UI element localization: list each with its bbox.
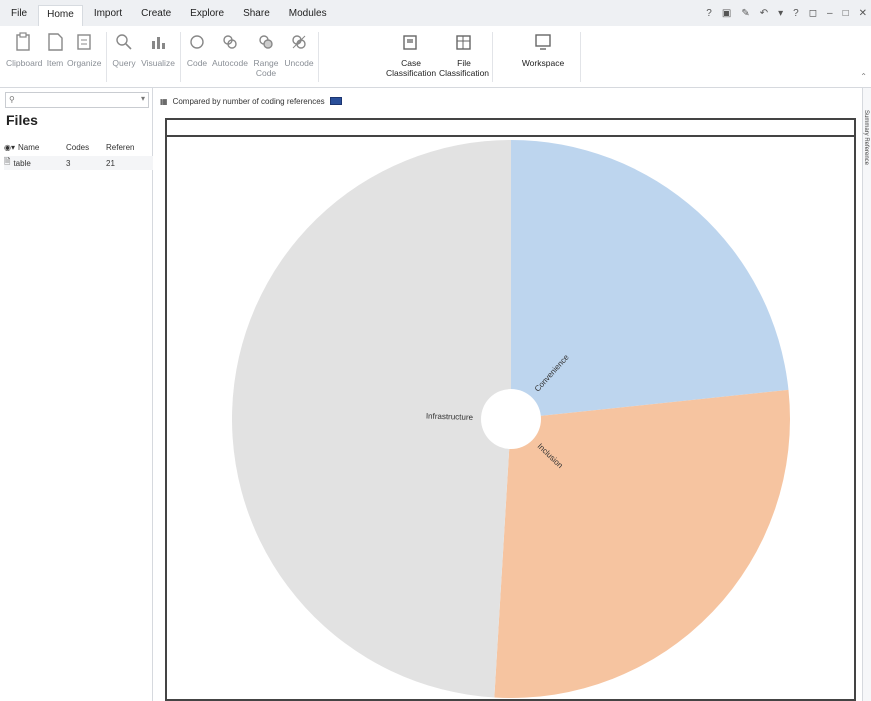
case-classification-icon — [403, 35, 417, 50]
autocode-label: Autocode — [212, 58, 248, 68]
restore-panel-icon[interactable]: ◻ — [809, 8, 817, 19]
item-button[interactable]: Item — [44, 32, 66, 68]
ribbon-separator — [106, 32, 107, 82]
ribbon: Clipboard Item Organize Query Visualize … — [0, 26, 871, 88]
cell-name: 🗎 table — [4, 156, 66, 170]
code-button[interactable]: Code — [184, 32, 210, 68]
chart-compare-label: Compared by number of coding references — [172, 96, 325, 106]
dropdown-icon[interactable]: ▾ — [778, 8, 783, 19]
search-input[interactable]: ⚲ ▾ — [5, 92, 149, 108]
chart-type-icon[interactable]: ▦ — [160, 97, 168, 106]
query-label: Query — [112, 58, 136, 68]
collapse-ribbon-icon[interactable]: ⌃ — [860, 72, 867, 81]
item-icon — [48, 33, 63, 51]
menu-import[interactable]: Import — [86, 5, 130, 22]
column-codes[interactable]: Codes — [66, 143, 106, 152]
ribbon-separator — [318, 32, 319, 82]
item-label: Item — [46, 58, 64, 68]
save-icon[interactable]: ▣ — [722, 8, 731, 19]
workspace-label: Workspace — [521, 58, 565, 68]
cell-codes: 3 — [66, 158, 71, 168]
code-label: Code — [186, 58, 208, 68]
ribbon-separator — [492, 32, 493, 82]
menu-file[interactable]: File — [3, 5, 35, 22]
autocode-button[interactable]: Autocode — [212, 32, 248, 68]
case-classification-label-2: Classification — [386, 68, 437, 78]
column-references[interactable]: Referen — [106, 143, 151, 152]
chart-toolbar: ▦ Compared by number of coding reference… — [160, 92, 342, 110]
menu-modules[interactable]: Modules — [281, 5, 335, 22]
right-side-panel — [862, 88, 871, 701]
files-panel: ⚲ ▾ Files ◉▾ Name Codes Referen 🗎 table … — [0, 88, 153, 701]
close-icon[interactable]: ✕ — [859, 8, 867, 19]
edit-icon[interactable]: ✎ — [741, 8, 749, 19]
case-classification-label-1: Case — [401, 58, 421, 68]
query-icon — [116, 34, 132, 50]
case-classification-button[interactable]: Case Classification — [386, 32, 436, 78]
visualize-button[interactable]: Visualize — [140, 32, 176, 68]
uncode-label: Uncode — [284, 58, 314, 68]
search-icon: ⚲ — [9, 95, 15, 104]
pie-center-hole — [481, 389, 541, 449]
visualize-icon — [152, 37, 165, 49]
select-all-icon[interactable]: ◉▾ — [4, 143, 15, 152]
query-button[interactable]: Query — [110, 32, 138, 68]
organize-button[interactable]: Organize — [67, 32, 102, 68]
range-code-label-1: Range — [253, 58, 279, 68]
menu-share[interactable]: Share — [235, 5, 278, 22]
clipboard-button[interactable]: Clipboard — [6, 32, 43, 68]
clipboard-label: Clipboard — [6, 58, 43, 68]
title-bar-tools: ? ▣ ✎ ↶ ▾ ? ◻ – □ ✕ — [706, 0, 867, 26]
column-name-label: Name — [18, 142, 40, 152]
undo-icon[interactable]: ↶ — [760, 8, 768, 19]
menu-home[interactable]: Home — [38, 5, 83, 26]
ribbon-separator — [180, 32, 181, 82]
range-code-label-2: Code — [255, 68, 277, 78]
file-icon: 🗎 — [4, 157, 11, 166]
range-code-button[interactable]: Range Code — [251, 32, 281, 78]
files-table-header: ◉▾ Name Codes Referen — [4, 140, 153, 154]
table-row[interactable]: 🗎 table 3 21 — [4, 156, 153, 170]
workspace-button[interactable]: Workspace — [518, 32, 568, 68]
file-name: table — [13, 158, 31, 168]
code-icon — [190, 35, 204, 49]
file-classification-icon — [456, 35, 471, 50]
pie-label-infrastructure: Infrastructure — [426, 412, 474, 422]
visualize-label: Visualize — [141, 58, 175, 68]
chevron-down-icon[interactable]: ▾ — [141, 94, 145, 103]
menu-explore[interactable]: Explore — [182, 5, 232, 22]
question-icon[interactable]: ? — [793, 8, 799, 19]
autocode-icon — [223, 35, 237, 49]
uncode-button[interactable]: Uncode — [283, 32, 315, 68]
maximize-icon[interactable]: □ — [843, 8, 849, 19]
ribbon-separator — [580, 32, 581, 82]
file-classification-label-1: File — [457, 58, 471, 68]
organize-icon — [77, 34, 91, 50]
pie-slice-inclusion[interactable] — [494, 389, 790, 698]
workspace-icon — [535, 34, 551, 50]
menu-create[interactable]: Create — [133, 5, 179, 22]
chart-options-icon[interactable] — [329, 97, 342, 105]
range-code-icon — [259, 35, 273, 49]
file-classification-label-2: Classification — [438, 68, 490, 78]
column-name[interactable]: ◉▾ Name — [4, 143, 66, 152]
files-title: Files — [6, 112, 38, 128]
organize-label: Organize — [67, 58, 102, 68]
file-classification-button[interactable]: File Classification — [438, 32, 490, 78]
right-side-panel-label: Summary Reference — [863, 110, 869, 166]
minimize-icon[interactable]: – — [827, 8, 833, 19]
pie-chart: ConvenienceInclusionInfrastructure — [232, 140, 790, 698]
clipboard-icon — [16, 32, 30, 51]
uncode-icon — [292, 35, 306, 49]
help-icon[interactable]: ? — [706, 8, 712, 19]
cell-references: 21 — [106, 158, 115, 168]
